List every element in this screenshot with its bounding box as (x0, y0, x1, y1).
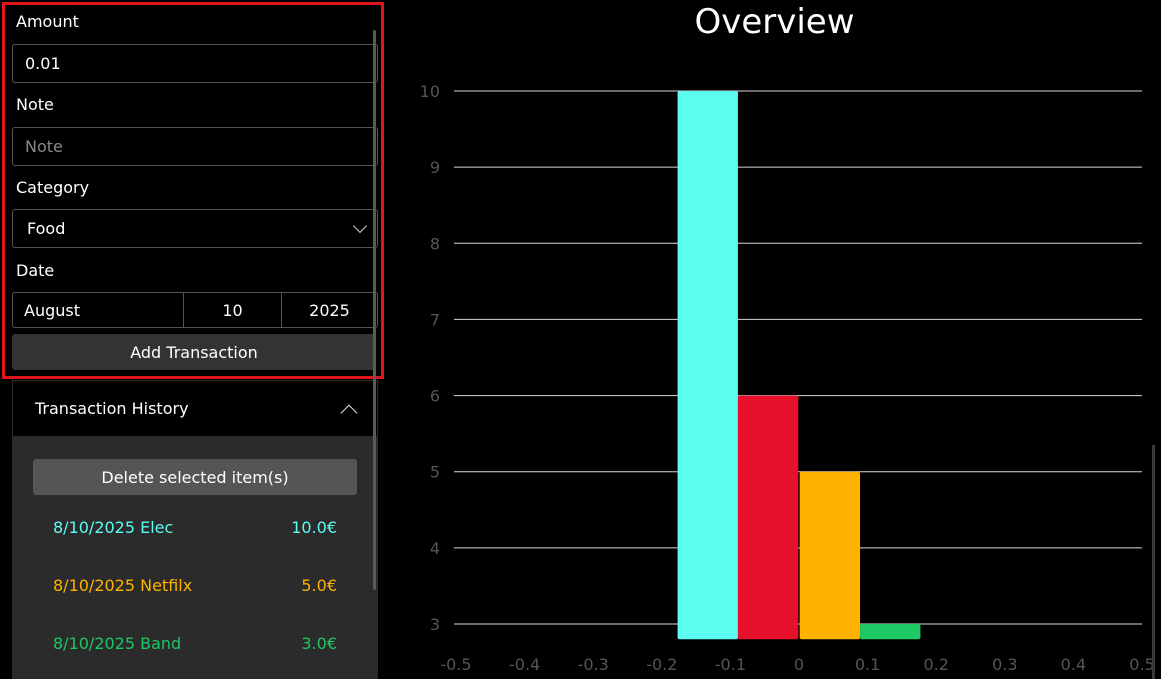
date-month-value: August (24, 300, 80, 320)
transaction-amount: 5.0€ (301, 576, 337, 595)
x-tick-label: 0.1 (855, 655, 880, 674)
x-tick-label: -0.5 (440, 655, 471, 674)
x-tick-label: -0.1 (715, 655, 746, 674)
y-tick-label: 7 (430, 310, 440, 329)
transaction-label: 8/10/2025 Netfilx (53, 576, 193, 595)
chart-scrollbar[interactable] (1152, 445, 1155, 679)
y-tick-label: 3 (430, 615, 440, 634)
date-day-value: 10 (222, 300, 243, 320)
x-tick-label: 0.5 (1129, 655, 1154, 674)
transaction-history-list: Delete selected item(s) 8/10/2025 Elec 1… (12, 437, 378, 679)
transaction-amount: 3.0€ (301, 634, 337, 653)
x-tick-label: 0 (794, 655, 804, 674)
category-select[interactable]: Food (12, 209, 378, 248)
date-year-value: 2025 (309, 300, 350, 320)
list-item[interactable]: 8/10/2025 Elec 10.0€ (53, 518, 337, 537)
transaction-history-title: Transaction History (35, 399, 189, 418)
x-tick-label: -0.4 (509, 655, 540, 674)
category-value: Food (27, 219, 66, 238)
date-label: Date (16, 261, 55, 280)
date-picker: August 10 2025 (12, 292, 378, 328)
transaction-history-header[interactable]: Transaction History (12, 380, 378, 437)
delete-selected-button[interactable]: Delete selected item(s) (33, 459, 357, 495)
note-label: Note (16, 95, 54, 114)
date-year-select[interactable]: 2025 (282, 293, 377, 327)
amount-label: Amount (16, 12, 79, 31)
y-tick-label: 9 (430, 158, 440, 177)
left-scrollbar[interactable] (373, 30, 376, 590)
list-item[interactable]: 8/10/2025 Band 3.0€ (53, 634, 337, 653)
x-tick-label: -0.3 (578, 655, 609, 674)
date-day-select[interactable]: 10 (184, 293, 282, 327)
chart-bar (737, 395, 799, 640)
x-tick-label: 0.2 (923, 655, 948, 674)
transaction-label: 8/10/2025 Band (53, 634, 182, 653)
x-tick-label: 0.3 (992, 655, 1017, 674)
y-tick-label: 6 (430, 387, 440, 406)
y-tick-label: 5 (430, 463, 440, 482)
date-month-select[interactable]: August (13, 293, 184, 327)
amount-field-wrapper (12, 44, 378, 83)
note-input[interactable] (13, 128, 377, 165)
chart-bar (860, 624, 921, 640)
transaction-label: 8/10/2025 Elec (53, 518, 174, 537)
chart-bar (677, 91, 738, 640)
chevron-down-icon (352, 218, 368, 233)
x-tick-label: -0.2 (646, 655, 677, 674)
x-tick-label: 0.4 (1061, 655, 1086, 674)
list-item[interactable]: 8/10/2025 Netfilx 5.0€ (53, 576, 337, 595)
y-tick-label: 10 (420, 82, 440, 101)
overview-chart: 3 4 5 6 7 8 9 10 -0.5 -0.4 -0.3 -0.2 -0.1 0 0.1 0.2 0.3 0… (420, 82, 1155, 674)
y-tick-label: 4 (430, 539, 440, 558)
amount-input[interactable] (13, 45, 377, 82)
chevron-up-icon (340, 404, 358, 421)
chart-bar (799, 471, 861, 640)
y-tick-label: 8 (430, 234, 440, 253)
transaction-amount: 10.0€ (291, 518, 337, 537)
left-panel: Amount Note Category Food Date August 10… (0, 0, 388, 679)
add-transaction-button[interactable]: Add Transaction (12, 334, 376, 370)
category-label: Category (16, 178, 90, 197)
note-field-wrapper (12, 127, 378, 166)
